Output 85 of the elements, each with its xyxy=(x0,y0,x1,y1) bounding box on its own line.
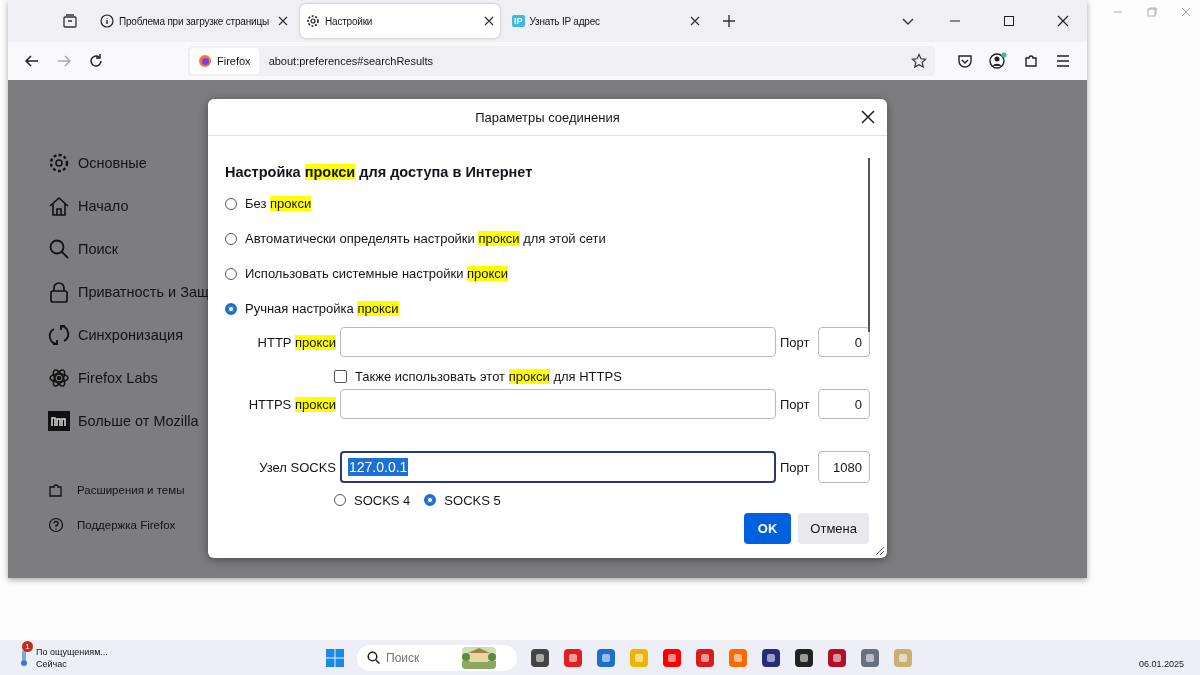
notification-badge: 1 xyxy=(22,640,33,652)
sidebar-link[interactable]: Поддержка Firefox xyxy=(77,519,176,531)
scrollbar[interactable] xyxy=(868,158,870,332)
lock-icon xyxy=(48,281,70,303)
close-icon[interactable] xyxy=(1057,15,1069,27)
browser-tab[interactable]: IP Узнать IP адрес xyxy=(506,4,706,38)
back-icon[interactable] xyxy=(24,53,40,69)
identity-box[interactable]: Firefox xyxy=(190,48,259,74)
section-heading: Настройка прокси для доступа в Интернет xyxy=(225,164,534,180)
sidebar-item[interactable]: Поиск xyxy=(78,241,119,257)
new-tab-icon[interactable] xyxy=(722,14,736,28)
puzzle-icon xyxy=(48,482,64,498)
radio-label: Ручная настройка прокси xyxy=(245,301,399,316)
address-bar[interactable]: Firefox about:preferences#searchResults xyxy=(188,46,935,76)
dialog-button[interactable]: Отмена xyxy=(798,513,869,544)
port-label: Порт xyxy=(780,334,811,350)
help-icon xyxy=(48,517,64,533)
tab-list-icon[interactable] xyxy=(62,13,78,29)
search-bar[interactable]: Поиск xyxy=(357,644,517,671)
dialog-button[interactable]: OK xyxy=(743,513,792,544)
reload-icon[interactable] xyxy=(88,53,104,69)
radio-button[interactable] xyxy=(225,302,237,315)
windows-start-icon[interactable] xyxy=(326,648,344,667)
close-tab-icon[interactable] xyxy=(278,16,288,26)
mozilla-logo-icon xyxy=(48,410,70,432)
sync-icon xyxy=(48,324,70,346)
field-label: HTTP прокси xyxy=(256,334,336,350)
checkbox[interactable] xyxy=(334,369,347,383)
port-field[interactable]: 1080 xyxy=(818,451,870,483)
browser-tab[interactable]: Настройки xyxy=(300,4,500,38)
home-icon xyxy=(48,195,70,217)
checkbox-label: Также использовать этот прокси для HTTPS xyxy=(355,368,622,384)
notification-title[interactable]: По ощущениям... xyxy=(36,645,108,658)
site-badge: IP xyxy=(512,15,525,27)
sidebar-item[interactable]: Начало xyxy=(78,198,129,214)
sidebar-link[interactable]: Расширения и темы xyxy=(77,484,185,496)
star-icon[interactable] xyxy=(911,53,927,69)
search-icon xyxy=(48,238,70,260)
resize-grip-icon[interactable] xyxy=(875,546,885,556)
identity-label: Firefox xyxy=(217,55,251,67)
sidebar-item[interactable]: Больше от Mozilla xyxy=(78,413,199,429)
clock-date: 06.01.2025 xyxy=(1138,659,1184,669)
app-icon[interactable] xyxy=(827,647,847,668)
atom-icon xyxy=(48,367,70,389)
maximize-icon[interactable] xyxy=(1003,15,1015,27)
field-label: Узел SOCKS xyxy=(258,459,336,475)
thermometer-icon xyxy=(18,648,30,667)
app-icon[interactable] xyxy=(761,647,781,668)
account-icon[interactable] xyxy=(989,52,1007,70)
field-label: HTTPS прокси xyxy=(247,396,336,412)
sidebar-item[interactable]: Синхронизация xyxy=(78,327,184,343)
app-icon[interactable] xyxy=(530,647,550,668)
sidebar-item[interactable]: Основные xyxy=(78,155,147,171)
close-tab-icon[interactable] xyxy=(484,16,494,26)
input-field[interactable] xyxy=(340,389,776,419)
radio-label: Без прокси xyxy=(245,196,312,211)
port-label: Порт xyxy=(780,459,811,475)
radio-label: SOCKS 5 xyxy=(444,492,501,508)
gear-icon xyxy=(48,152,70,174)
puzzle-icon[interactable] xyxy=(1023,53,1039,69)
close-icon[interactable] xyxy=(861,110,875,124)
notification-time: Сейчас xyxy=(36,657,68,670)
url-text: about:preferences#searchResults xyxy=(268,55,435,67)
radio-label: Автоматически определять настройки прокси для этой сети xyxy=(245,231,606,246)
menu-icon[interactable] xyxy=(1055,53,1071,69)
input-field[interactable] xyxy=(340,327,776,357)
radio-button[interactable] xyxy=(424,494,437,506)
radio-label: Использовать системные настройки прокси xyxy=(245,266,509,281)
dialog-title: Параметры соединения xyxy=(475,109,620,125)
app-icon[interactable] xyxy=(794,647,814,668)
radio-label: SOCKS 4 xyxy=(354,492,411,508)
port-field[interactable]: 0 xyxy=(818,327,870,357)
port-label: Порт xyxy=(780,396,811,412)
input-field[interactable]: 127.0.0.1 xyxy=(340,451,776,483)
close-tab-icon[interactable] xyxy=(690,16,700,26)
info-icon xyxy=(100,14,114,28)
gear-icon xyxy=(306,14,320,28)
sidebar-item[interactable]: Firefox Labs xyxy=(78,370,158,386)
firefox-icon xyxy=(198,54,212,68)
search-icon xyxy=(367,651,380,664)
browser-tab[interactable]: Проблема при загрузке страницы xyxy=(94,4,294,38)
sidebar-item[interactable]: Приватность и Защ xyxy=(78,284,209,300)
pocket-icon[interactable] xyxy=(957,53,973,69)
port-field[interactable]: 0 xyxy=(818,389,870,419)
search-input[interactable]: Поиск xyxy=(386,650,456,665)
